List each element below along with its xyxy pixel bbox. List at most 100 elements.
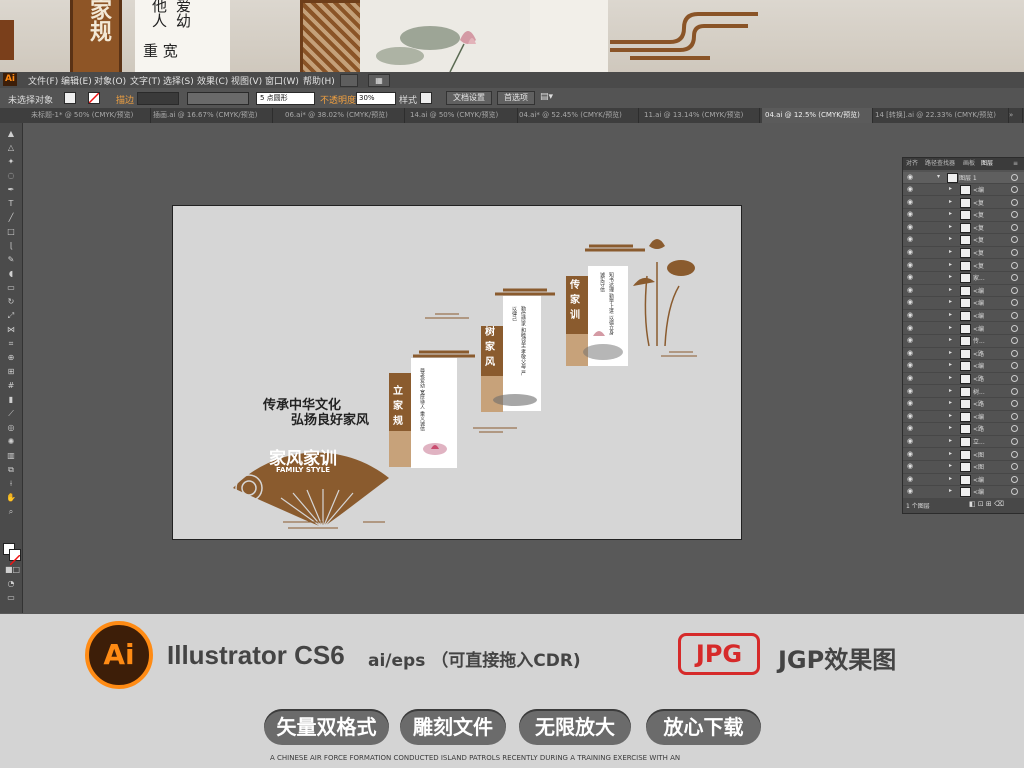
scale-tool-icon[interactable]: ⤢ xyxy=(5,311,17,321)
bridge-button[interactable] xyxy=(340,74,358,87)
menu-type[interactable]: 文字(T) xyxy=(130,74,161,87)
pen-tool-icon[interactable]: ✒ xyxy=(5,185,17,195)
expand-triangle-icon[interactable]: ▸ xyxy=(949,286,952,293)
direct-selection-tool-icon[interactable]: △ xyxy=(5,143,17,153)
graphic-style-swatch[interactable] xyxy=(420,92,432,104)
target-icon[interactable] xyxy=(1011,174,1018,181)
panel-menu-icon[interactable]: ≡ xyxy=(1013,159,1018,169)
target-icon[interactable] xyxy=(1011,249,1018,256)
target-icon[interactable] xyxy=(1011,412,1018,420)
doc-tab-5[interactable]: 04.ai* @ 52.45% (CMYK/预览) xyxy=(516,108,639,123)
blob-brush-tool-icon[interactable]: ◖ xyxy=(5,269,17,279)
app-logo[interactable]: Ai xyxy=(3,73,17,86)
document-setup-button[interactable]: 文档设置 xyxy=(446,91,492,105)
more-tabs-icon[interactable]: » xyxy=(1006,108,1023,123)
layer-row[interactable]: ◉ ▸ 家... xyxy=(903,272,1024,285)
layer-row[interactable]: ◉ ▸ <路 xyxy=(903,398,1024,411)
type-tool-icon[interactable]: T xyxy=(5,199,17,209)
expand-triangle-icon[interactable]: ▸ xyxy=(949,235,952,242)
expand-triangle-icon[interactable]: ▸ xyxy=(949,475,952,482)
expand-triangle-icon[interactable]: ▾ xyxy=(937,173,940,180)
expand-triangle-icon[interactable]: ▸ xyxy=(949,462,952,469)
doc-tab-7-active[interactable]: 04.ai @ 12.5% (CMYK/预览) xyxy=(762,108,873,123)
expand-triangle-icon[interactable]: ▸ xyxy=(949,424,952,431)
layer-row[interactable]: ◉ ▸ <路 xyxy=(903,348,1024,361)
layer-row[interactable]: ◉ ▸ <图 xyxy=(903,449,1024,461)
blend-tool-icon[interactable]: ◎ xyxy=(5,423,17,433)
target-icon[interactable] xyxy=(1011,299,1018,307)
visibility-eye-icon[interactable]: ◉ xyxy=(907,286,913,294)
layer-row[interactable]: ◉ ▸ <编 xyxy=(903,360,1024,373)
visibility-eye-icon[interactable]: ◉ xyxy=(907,412,913,420)
target-icon[interactable] xyxy=(1011,387,1018,395)
layer-row[interactable]: ◉ ▸ <编 xyxy=(903,486,1024,499)
sublayer-name[interactable]: 家... xyxy=(973,273,985,282)
expand-triangle-icon[interactable]: ▸ xyxy=(949,437,952,444)
sublayer-name[interactable]: <路 xyxy=(973,374,984,383)
visibility-eye-icon[interactable]: ◉ xyxy=(907,235,913,243)
mesh-tool-icon[interactable]: # xyxy=(5,381,17,391)
sublayer-name[interactable]: <图 xyxy=(973,462,984,471)
expand-triangle-icon[interactable]: ▸ xyxy=(949,450,952,457)
sublayer-name[interactable]: <编 xyxy=(973,324,984,333)
preferences-button[interactable]: 首选项 xyxy=(497,91,535,105)
panel-tab-align[interactable]: 对齐 xyxy=(906,159,918,169)
sublayer-name[interactable]: <图 xyxy=(973,450,984,459)
artboard[interactable]: 传承中华文化 弘扬良好家风 家风家训 FAMILY STYLE 立家规 树家风 … xyxy=(172,205,742,540)
expand-triangle-icon[interactable]: ▸ xyxy=(949,324,952,331)
target-icon[interactable] xyxy=(1011,324,1018,332)
expand-triangle-icon[interactable]: ▸ xyxy=(949,210,952,217)
sublayer-name[interactable]: <编 xyxy=(973,475,984,484)
column-graph-tool-icon[interactable]: ▥ xyxy=(5,451,17,461)
panel-tab-artboards[interactable]: 画板 xyxy=(963,159,975,169)
menu-view[interactable]: 视图(V) xyxy=(231,74,262,87)
layer-row[interactable]: ◉ ▸ <编 xyxy=(903,184,1024,197)
visibility-eye-icon[interactable]: ◉ xyxy=(907,487,913,495)
expand-triangle-icon[interactable]: ▸ xyxy=(949,261,952,268)
visibility-eye-icon[interactable]: ◉ xyxy=(907,399,913,407)
shape-builder-tool-icon[interactable]: ⊕ xyxy=(5,353,17,363)
layer-row[interactable]: ◉ ▸ <复 xyxy=(903,234,1024,247)
color-modes-icon[interactable]: ■□ xyxy=(5,565,20,575)
doc-tab-6[interactable]: 11.ai @ 13.14% (CMYK/预览) xyxy=(641,108,760,123)
visibility-eye-icon[interactable]: ◉ xyxy=(907,349,913,357)
target-icon[interactable] xyxy=(1011,362,1018,370)
doc-tab-1[interactable]: 未标题-1* @ 50% (CMYK/预览) xyxy=(28,108,151,123)
pencil-tool-icon[interactable]: ✎ xyxy=(5,255,17,265)
layer-row[interactable]: ◉ ▸ <编 xyxy=(903,323,1024,335)
variable-width-profile[interactable] xyxy=(187,92,249,105)
layer-row[interactable]: ◉ ▸ 树... xyxy=(903,386,1024,398)
expand-triangle-icon[interactable]: ▸ xyxy=(949,223,952,230)
eyedropper-tool-icon[interactable]: ⟋ xyxy=(5,409,17,419)
target-icon[interactable] xyxy=(1011,450,1018,458)
visibility-eye-icon[interactable]: ◉ xyxy=(907,223,913,231)
layer-row[interactable]: ◉ ▸ <复 xyxy=(903,197,1024,209)
zoom-tool-icon[interactable]: ⌕ xyxy=(5,507,17,517)
expand-triangle-icon[interactable]: ▸ xyxy=(949,185,952,192)
opacity-label[interactable]: 不透明度 xyxy=(320,93,356,106)
menu-help[interactable]: 帮助(H) xyxy=(303,74,335,87)
stroke-color-swatch[interactable] xyxy=(9,549,21,566)
visibility-eye-icon[interactable]: ◉ xyxy=(907,273,913,281)
layer-row[interactable]: ◉ ▸ <编 xyxy=(903,411,1024,424)
layer-row[interactable]: ◉ ▸ <图 xyxy=(903,461,1024,474)
visibility-eye-icon[interactable]: ◉ xyxy=(907,210,913,218)
target-icon[interactable] xyxy=(1011,488,1018,496)
visibility-eye-icon[interactable]: ◉ xyxy=(907,361,913,369)
expand-triangle-icon[interactable]: ▸ xyxy=(949,248,952,255)
expand-triangle-icon[interactable]: ▸ xyxy=(949,387,952,394)
rectangle-tool-icon[interactable]: □ xyxy=(5,227,17,237)
visibility-eye-icon[interactable]: ◉ xyxy=(907,374,913,382)
visibility-eye-icon[interactable]: ◉ xyxy=(907,173,913,181)
menu-object[interactable]: 对象(O) xyxy=(94,74,126,87)
magic-wand-tool-icon[interactable]: ✦ xyxy=(5,157,17,167)
arrange-documents-button[interactable]: ▦ xyxy=(368,74,390,87)
expand-triangle-icon[interactable]: ▸ xyxy=(949,361,952,368)
menu-select[interactable]: 选择(S) xyxy=(163,74,194,87)
gradient-tool-icon[interactable]: ▮ xyxy=(5,395,17,405)
screen-mode-icon[interactable]: ▭ xyxy=(5,593,17,603)
layer-row[interactable]: ◉ ▸ <编 xyxy=(903,285,1024,298)
width-tool-icon[interactable]: ⋈ xyxy=(5,325,17,335)
slice-tool-icon[interactable]: ⟊ xyxy=(5,479,17,489)
layer-name[interactable]: 图层 1 xyxy=(959,173,977,182)
